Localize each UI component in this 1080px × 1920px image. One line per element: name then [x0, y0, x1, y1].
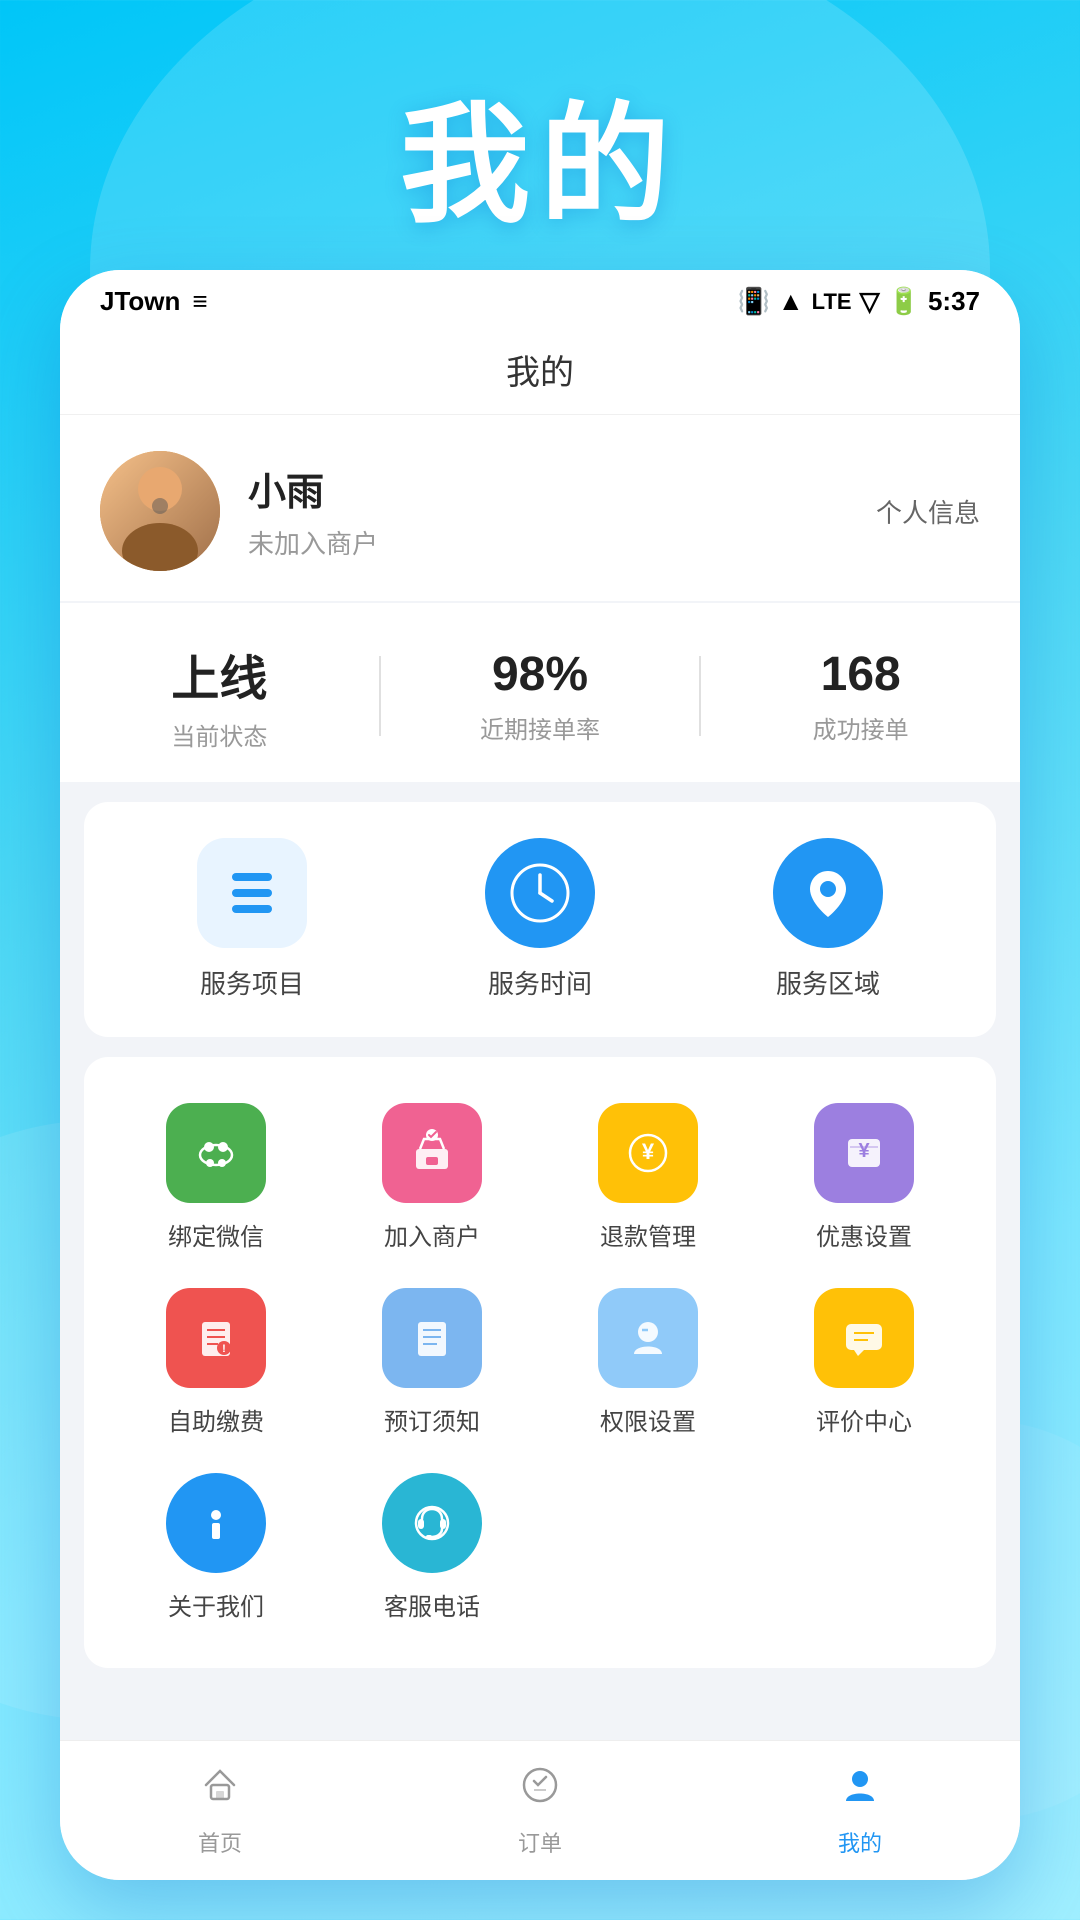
- menu-join-merchant-label: 加入商户: [384, 1217, 480, 1252]
- stat-orders-value: 168: [701, 647, 1020, 702]
- service-area-label: 服务区域: [776, 964, 880, 1001]
- service-time-label: 服务时间: [488, 964, 592, 1001]
- lte-icon: LTE: [812, 289, 852, 315]
- battery-icon: 🔋: [888, 286, 920, 317]
- stat-status-value: 上线: [60, 639, 379, 709]
- profile-section: 小雨 未加入商户 个人信息: [60, 415, 1020, 601]
- menu-review-label: 评价中心: [816, 1402, 912, 1437]
- service-area-item[interactable]: 服务区域: [773, 838, 883, 1001]
- stat-status-label: 当前状态: [60, 717, 379, 752]
- nav-home[interactable]: 首页: [60, 1741, 380, 1880]
- profile-name: 小雨: [248, 461, 378, 516]
- menu-self-pay[interactable]: ! 自助缴费: [108, 1288, 324, 1437]
- profile-subtitle: 未加入商户: [248, 524, 378, 561]
- menu-permission[interactable]: 权限设置: [540, 1288, 756, 1437]
- service-time-item[interactable]: 服务时间: [485, 838, 595, 1001]
- svg-text:¥: ¥: [642, 1139, 655, 1164]
- stat-acceptance: 98% 近期接单率: [381, 647, 700, 745]
- stats-section: 上线 当前状态 98% 近期接单率 168 成功接单: [60, 603, 1020, 782]
- menu-customer-service-label: 客服电话: [384, 1587, 480, 1622]
- nav-orders-label: 订单: [518, 1826, 562, 1858]
- menu-self-pay-label: 自助缴费: [168, 1402, 264, 1437]
- menu-refund[interactable]: ¥ 退款管理: [540, 1103, 756, 1252]
- phone-frame: JTown ≡ 📳 ▲ LTE ▽ 🔋 5:37 我的: [60, 270, 1020, 1880]
- vibrate-icon: 📳: [738, 286, 770, 317]
- avatar: [100, 451, 220, 571]
- nav-mine[interactable]: 我的: [700, 1741, 1020, 1880]
- stat-orders: 168 成功接单: [701, 647, 1020, 745]
- svg-text:!: !: [222, 1343, 226, 1355]
- stat-acceptance-value: 98%: [381, 647, 700, 702]
- home-icon: [198, 1763, 242, 1818]
- app-name: JTown: [100, 286, 180, 317]
- menu-customer-service[interactable]: 客服电话: [324, 1473, 540, 1622]
- menu-permission-label: 权限设置: [600, 1402, 696, 1437]
- notification-icon: ≡: [192, 286, 207, 317]
- status-bar: JTown ≡ 📳 ▲ LTE ▽ 🔋 5:37: [60, 270, 1020, 329]
- menu-grid: 绑定微信 加入商户: [108, 1093, 972, 1632]
- orders-icon: [518, 1763, 562, 1818]
- menu-discount-label: 优惠设置: [816, 1217, 912, 1252]
- profile-link[interactable]: 个人信息: [876, 493, 980, 530]
- menu-bind-wechat-label: 绑定微信: [168, 1217, 264, 1252]
- screen-title: 我的: [60, 329, 1020, 415]
- menu-join-merchant[interactable]: 加入商户: [324, 1103, 540, 1252]
- nav-orders[interactable]: 订单: [380, 1741, 700, 1880]
- stat-acceptance-label: 近期接单率: [381, 710, 700, 745]
- time: 5:37: [928, 286, 980, 317]
- menu-about-us[interactable]: 关于我们: [108, 1473, 324, 1622]
- menu-about-us-label: 关于我们: [168, 1587, 264, 1622]
- content-area: 小雨 未加入商户 个人信息 上线 当前状态 98% 近期接单率 168 成功接单: [60, 415, 1020, 1805]
- service-project-item[interactable]: 服务项目: [197, 838, 307, 1001]
- menu-refund-label: 退款管理: [600, 1217, 696, 1252]
- page-title-big: 我的: [0, 60, 1080, 248]
- wifi-icon: ▽: [860, 286, 880, 317]
- mine-icon: [838, 1763, 882, 1818]
- stat-status: 上线 当前状态: [60, 639, 379, 752]
- signal-icon: ▲: [778, 286, 804, 317]
- bottom-nav: 首页 订单 我的: [60, 1740, 1020, 1880]
- menu-booking-notice[interactable]: 预订须知: [324, 1288, 540, 1437]
- svg-text:¥: ¥: [858, 1140, 870, 1162]
- service-project-label: 服务项目: [200, 964, 304, 1001]
- menu-bind-wechat[interactable]: 绑定微信: [108, 1103, 324, 1252]
- service-card: 服务项目 服务时间: [84, 802, 996, 1037]
- stat-orders-label: 成功接单: [701, 710, 1020, 745]
- nav-home-label: 首页: [198, 1826, 242, 1858]
- menu-booking-notice-label: 预订须知: [384, 1402, 480, 1437]
- menu-discount[interactable]: ¥ 优惠设置: [756, 1103, 972, 1252]
- menu-card: 绑定微信 加入商户: [84, 1057, 996, 1668]
- nav-mine-label: 我的: [838, 1826, 882, 1858]
- menu-review[interactable]: 评价中心: [756, 1288, 972, 1437]
